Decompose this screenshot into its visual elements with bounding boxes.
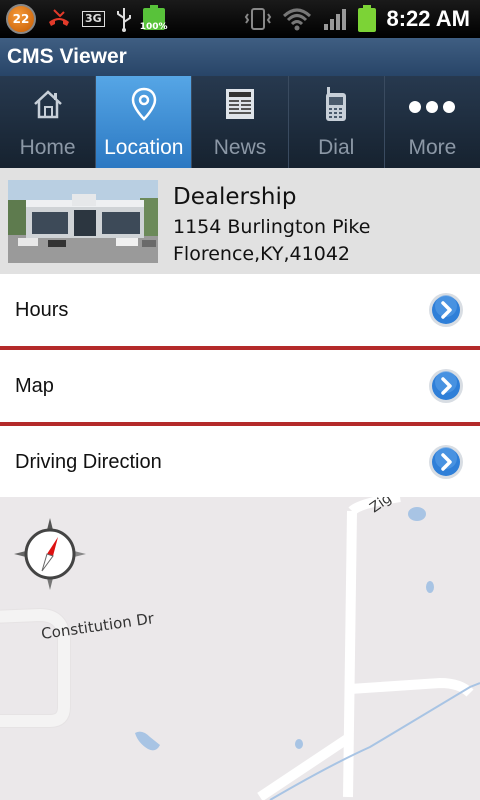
hours-row[interactable]: Hours <box>0 274 480 346</box>
dealer-photo <box>8 180 158 263</box>
signal-strength-icon <box>324 9 347 30</box>
newspaper-icon <box>226 89 254 119</box>
map-view[interactable]: Constitution Dr Zig <box>0 497 480 800</box>
wifi-icon <box>283 8 312 31</box>
tab-location[interactable]: Location <box>95 76 192 168</box>
tab-location-label: Location <box>104 136 184 159</box>
status-bar-system: 8:22 AM <box>244 4 470 34</box>
dealer-address-line1: 1154 Burlington Pike <box>173 216 371 238</box>
compass-icon[interactable] <box>12 516 88 592</box>
clock: 8:22 AM <box>386 6 470 31</box>
tab-more[interactable]: More <box>383 76 480 168</box>
battery-icon <box>358 5 377 33</box>
dealer-address: 1154 Burlington Pike Florence,KY,41042 <box>173 214 370 268</box>
location-pin-icon <box>131 87 157 121</box>
home-icon <box>33 90 62 119</box>
dealer-info: Dealership 1154 Burlington Pike Florence… <box>0 168 480 274</box>
battery-percent-label: 100% <box>139 22 168 32</box>
tab-dial[interactable]: Dial <box>287 76 384 168</box>
more-dots-icon <box>409 101 456 113</box>
chevron-right-icon[interactable] <box>428 444 464 480</box>
tab-home-label: Home <box>19 136 76 159</box>
hours-label: Hours <box>15 298 69 321</box>
tab-home[interactable]: Home <box>0 76 95 168</box>
tab-dial-label: Dial <box>318 136 355 159</box>
chevron-right-icon[interactable] <box>428 368 464 404</box>
dealer-name: Dealership <box>173 184 297 210</box>
chevron-right-icon[interactable] <box>428 292 464 328</box>
status-bar-notifications: 22 3G 100% <box>6 4 168 34</box>
tab-more-label: More <box>408 136 457 159</box>
tab-news[interactable]: News <box>191 76 287 168</box>
notification-count-badge: 22 <box>6 4 36 34</box>
vibrate-icon <box>245 8 272 30</box>
map-label: Map <box>15 374 54 397</box>
status-bar: 22 3G 100% 8:22 AM <box>0 0 480 38</box>
driving-direction-label: Driving Direction <box>15 450 162 473</box>
phone-icon <box>326 87 347 121</box>
missed-call-icon <box>49 9 69 26</box>
street-label-zig: Zig <box>367 497 395 516</box>
driving-direction-row[interactable]: Driving Direction <box>0 426 480 498</box>
dealer-address-line2: Florence,KY,41042 <box>173 243 351 265</box>
map-row[interactable]: Map <box>0 350 480 422</box>
battery-status-icon: 100% <box>139 5 168 33</box>
usb-icon <box>116 8 131 32</box>
tab-bar: Home Location News Dial More <box>0 76 480 168</box>
tab-news-label: News <box>213 136 267 159</box>
network-3g-icon: 3G <box>82 11 105 27</box>
app-title: CMS Viewer <box>0 38 480 76</box>
